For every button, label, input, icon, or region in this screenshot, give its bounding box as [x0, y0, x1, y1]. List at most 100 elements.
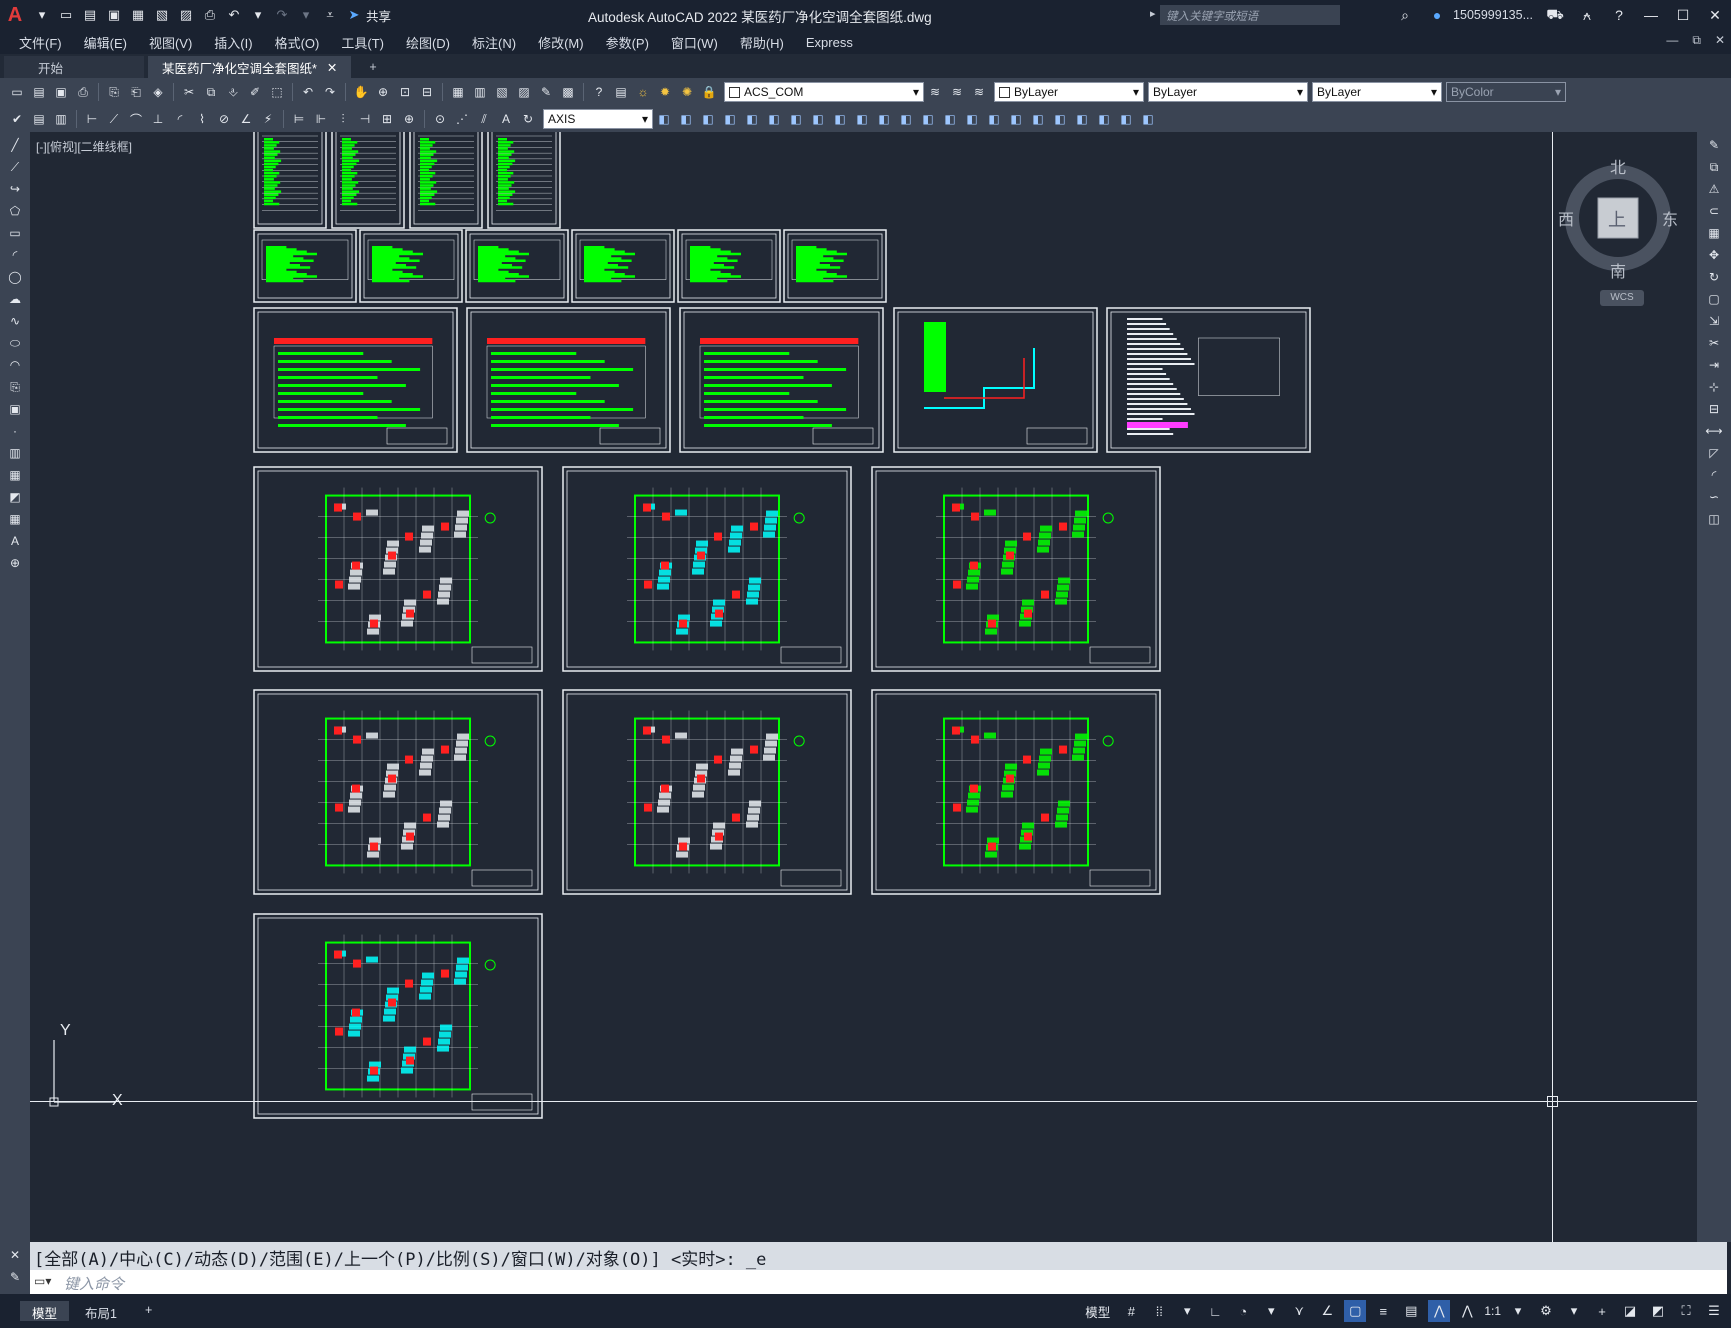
properties-icon[interactable]: ▦ — [449, 83, 467, 101]
expand-icon[interactable]: ▸ — [1150, 7, 1156, 20]
doc-minimize-icon[interactable]: — — [1666, 33, 1678, 48]
wcs-button[interactable]: WCS — [1600, 290, 1644, 306]
chamfer-icon[interactable]: ◸ — [1705, 444, 1723, 462]
dim-edit-icon[interactable]: ▥ — [52, 110, 70, 128]
table-icon[interactable]: ▦ — [6, 510, 24, 528]
move-icon[interactable]: ✥ — [1705, 246, 1723, 264]
command-prompt-icon[interactable]: ▭▾ — [34, 1274, 51, 1288]
user-icon[interactable]: ● — [1421, 0, 1453, 30]
block-editor-icon[interactable]: ⬚ — [268, 83, 286, 101]
zoom-realtime-icon[interactable]: ⊕ — [374, 83, 392, 101]
explode-icon[interactable]: ◫ — [1705, 510, 1723, 528]
close-icon[interactable]: ✕ — [1699, 0, 1731, 30]
quick-dim-icon[interactable]: ⚡ — [259, 110, 277, 128]
construction-line-icon[interactable]: ⟋ — [6, 158, 24, 176]
redo-dropdown-icon[interactable]: ▾ — [296, 5, 316, 25]
dim-override-icon[interactable]: ◧ — [655, 110, 673, 128]
customize-command-icon[interactable]: ✎ — [6, 1268, 24, 1286]
oblique-icon[interactable]: ⫽ — [475, 110, 493, 128]
view-top-icon[interactable]: ◧ — [853, 110, 871, 128]
dropdown-arrow-icon[interactable]: ▾ — [913, 85, 919, 99]
open-folder-icon[interactable]: ▤ — [80, 5, 100, 25]
auto-scale-icon[interactable]: ⋀ — [1456, 1300, 1478, 1322]
view-iso2-icon[interactable]: ◧ — [787, 110, 805, 128]
sheet-schedule-2[interactable] — [679, 307, 884, 453]
diameter-icon[interactable]: ⊘ — [215, 110, 233, 128]
layer-lock-icon[interactable]: 🔒 — [700, 83, 718, 101]
hatch-icon[interactable]: ▥ — [6, 444, 24, 462]
menu-item-9[interactable]: 参数(P) — [595, 33, 660, 52]
dropdown-arrow-icon[interactable]: ▾ — [1431, 85, 1437, 99]
ellipse-arc-icon[interactable]: ◠ — [6, 356, 24, 374]
rectangle-icon[interactable]: ▭ — [6, 224, 24, 242]
isodraft-icon[interactable]: ⋎ — [1288, 1300, 1310, 1322]
plot-preview-icon[interactable]: ⎘ — [105, 83, 123, 101]
tab-close-icon[interactable]: ✕ — [327, 60, 337, 75]
make-current-icon[interactable]: ≋ — [926, 83, 944, 101]
undo-dropdown-icon[interactable]: ▾ — [248, 5, 268, 25]
isolate-objects-icon[interactable]: ◪ — [1619, 1300, 1641, 1322]
redo-icon[interactable]: ↷ — [321, 83, 339, 101]
minimize-icon[interactable]: — — [1635, 0, 1667, 30]
linear-dim-icon[interactable]: ⊢ — [83, 110, 101, 128]
save-as-icon[interactable]: ▦ — [128, 5, 148, 25]
customize-status-icon[interactable]: ☰ — [1703, 1300, 1725, 1322]
dropdown-arrow-icon[interactable]: ▾ — [1133, 85, 1139, 99]
open-icon[interactable]: ▤ — [30, 83, 48, 101]
orbit-icon[interactable]: ◧ — [897, 110, 915, 128]
close-command-icon[interactable]: ✕ — [6, 1246, 24, 1264]
doc-close-icon[interactable]: ✕ — [1715, 33, 1725, 48]
layer-properties-icon[interactable]: ▤ — [612, 83, 630, 101]
baseline-icon[interactable]: ⊨ — [290, 110, 308, 128]
new-tab-button[interactable]: + — [355, 56, 390, 78]
compass-south[interactable]: 南 — [1610, 258, 1626, 282]
jogged-icon[interactable]: ⌇ — [193, 110, 211, 128]
menu-item-7[interactable]: 标注(N) — [461, 33, 527, 52]
doc-restore-icon[interactable]: ⧉ — [1692, 33, 1701, 48]
angular-icon[interactable]: ∠ — [237, 110, 255, 128]
view-iso1-icon[interactable]: ◧ — [765, 110, 783, 128]
paste-icon[interactable]: ⎀ — [224, 83, 242, 101]
region-icon[interactable]: ◩ — [6, 488, 24, 506]
light-icon[interactable]: ◧ — [1051, 110, 1069, 128]
point-icon[interactable]: · — [6, 422, 24, 440]
layer-previous-icon[interactable]: ≋ — [948, 83, 966, 101]
extend-icon[interactable]: ⇥ — [1705, 356, 1723, 374]
revision-cloud-icon[interactable]: ☁ — [6, 290, 24, 308]
maximize-icon[interactable]: ☐ — [1667, 0, 1699, 30]
ordinate-icon[interactable]: ⊥ — [149, 110, 167, 128]
view-iso4-icon[interactable]: ◧ — [831, 110, 849, 128]
hide-icon[interactable]: ◧ — [1139, 110, 1157, 128]
erase-icon[interactable]: ✎ — [1705, 136, 1723, 154]
user-name[interactable]: 1505999135... — [1453, 8, 1533, 22]
dim-break-icon[interactable]: ⊣ — [356, 110, 374, 128]
dimstyle-dropdown[interactable]: AXIS ▾ — [543, 109, 653, 129]
circle-icon[interactable]: ◯ — [6, 268, 24, 286]
publish-icon[interactable]: ⎗ — [127, 83, 145, 101]
viewcube[interactable]: 北 南 西 东 上 WCS — [1558, 152, 1678, 306]
ortho-icon[interactable]: ∟ — [1204, 1300, 1226, 1322]
compass-west[interactable]: 西 — [1558, 206, 1574, 230]
3d-print-icon[interactable]: ◈ — [149, 83, 167, 101]
snap-icon[interactable]: ⁞⁞ — [1148, 1300, 1170, 1322]
cart-icon[interactable]: ⛟ — [1539, 0, 1571, 30]
shade-icon[interactable]: ◧ — [1117, 110, 1135, 128]
zoom-previous-icon[interactable]: ⊟ — [418, 83, 436, 101]
dropdown-arrow-icon[interactable]: ▾ — [32, 5, 52, 25]
stretch-icon[interactable]: ⇲ — [1705, 312, 1723, 330]
save-icon[interactable]: ▣ — [104, 5, 124, 25]
markup-icon[interactable]: ✎ — [537, 83, 555, 101]
arc-icon[interactable]: ◜ — [6, 246, 24, 264]
multiline-text-icon[interactable]: A — [6, 532, 24, 550]
dim-update-icon[interactable]: ✔ — [8, 110, 26, 128]
save-web-icon[interactable]: ▨ — [176, 5, 196, 25]
make-block-icon[interactable]: ▣ — [6, 400, 24, 418]
tab-drawing[interactable]: 某医药厂净化空调全套图纸* ✕ — [148, 56, 352, 78]
model-space-button[interactable]: 模型 — [1085, 1302, 1110, 1321]
tolerance-icon[interactable]: ⊞ — [378, 110, 396, 128]
workspace-dropdown-icon[interactable]: ▾ — [1563, 1300, 1585, 1322]
command-line-handle[interactable]: ✕ ✎ — [0, 1242, 30, 1294]
jogged-linear-icon[interactable]: ⋰ — [453, 110, 471, 128]
clean-screen-icon[interactable]: ⛶ — [1675, 1300, 1697, 1322]
tool-palette-icon[interactable]: ▧ — [493, 83, 511, 101]
